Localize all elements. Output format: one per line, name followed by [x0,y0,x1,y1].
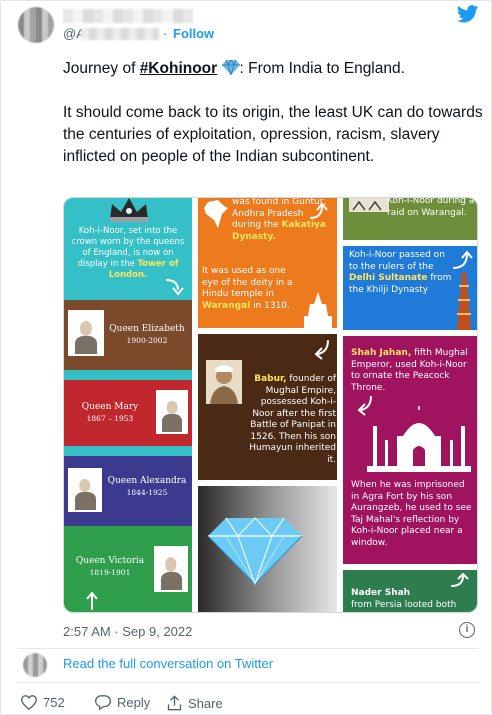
nader-shah-panel: Nader Shah from Persia looted both [343,570,477,612]
taj-mahal-icon [367,406,471,472]
queen-alexandra-label: Queen Alexandra 1844-1925 [104,476,190,498]
warangal-raid-panel: Koh-i-Noor during a raid on Warangal. [343,198,477,240]
orange-text-e: in 1310. [250,300,290,311]
follow-button[interactable]: Follow [173,26,214,41]
babur-description: founder of Mughal Empire, possessed Koh-… [249,374,336,465]
orange-text-d: Warangal [202,300,251,311]
twitter-bird-icon[interactable] [457,5,479,23]
reply-avatar [23,653,47,677]
queen-name: Queen Elizabeth [109,324,185,334]
queen-years: 1867 – 1953 [86,414,134,423]
tweet-line-1-suffix: : From India to England. [239,60,405,77]
tweet-line-2: It should come back to its origin, the l… [63,104,483,165]
reply-label: Reply [117,695,151,710]
arrow-icon [86,591,98,610]
divider [18,648,478,649]
like-count: 752 [43,695,65,710]
nader-shah-description: from Persia looted both [351,599,457,610]
share-button[interactable]: Share [167,695,223,711]
read-conversation-link[interactable]: Read the full conversation on Twitter [63,656,273,671]
crown-panel: Koh-i-Noor, set into the crown worn by t… [64,198,192,300]
queen-elizabeth-label: Queen Elizabeth 1900-2002 [104,324,190,346]
queen-years: 1844-1925 [126,488,168,497]
shah-jahan-panel: Shah Jahan, fifth Mughal Emperor, used K… [343,336,477,564]
author-name-redacted[interactable] [63,9,193,23]
arrow-icon [452,250,473,269]
arrow-icon [450,572,469,587]
babur-name: Babur, [254,374,287,384]
reply-bubble-icon [95,695,111,710]
shah-jahan-text: Shah Jahan, fifth Mughal Emperor, used K… [351,348,473,394]
horseman-icon [349,198,389,212]
queen-portrait-image [68,468,102,512]
kohinoor-infographic-image[interactable]: Koh-i-Noor, set into the crown worn by t… [63,197,478,613]
orange-text-c: It was used as one eye of the deity in a… [202,266,293,299]
queen-alexandra-panel: Queen Alexandra 1844-1925 [64,456,192,526]
author-avatar[interactable] [18,7,54,43]
tweet-timestamp[interactable]: 2:57 AM · Sep 9, 2022 [63,624,192,639]
shah-jahan-name: Shah Jahan, [351,348,412,358]
embedded-tweet-card: @A · Follow Journey of #Kohinoor : From … [0,0,492,715]
diamond-panel [198,486,337,612]
teal-strip [64,446,192,456]
crown-text: Koh-i-Noor, set into the crown worn by t… [70,226,186,281]
blue-text-a: Koh-i-Noor passed on to the rulers of th… [349,250,445,272]
warangal-raid-text: Koh-i-Noor during a raid on Warangal. [387,198,475,218]
queen-name: Queen Victoria [75,556,145,566]
india-map-icon [204,200,228,228]
queen-years: 1819-1901 [89,568,131,577]
hashtag-link[interactable]: #Kohinoor [140,60,218,77]
arrow-icon [309,202,328,219]
delhi-sultanate-text: Koh-i-Noor passed on to the rulers of th… [349,250,453,296]
info-icon[interactable]: i [459,622,475,638]
queen-years: 1900-2002 [126,336,168,345]
queen-portrait-image [156,390,188,434]
author-handle-redacted [81,28,159,40]
queen-portrait-image [154,546,188,592]
babur-panel: Babur, founder of Mughal Empire, possess… [198,334,337,480]
queen-elizabeth-panel: Queen Elizabeth 1900-2002 [64,300,192,370]
heart-icon [21,695,37,710]
queen-mary-label: Queen Mary 1867 – 1953 [66,402,154,424]
babur-text: Babur, founder of Mughal Empire, possess… [244,374,336,466]
crown-icon [110,198,148,222]
agra-fort-text: When he was imprisoned in Agra Fort by h… [351,480,472,548]
share-upload-icon [167,695,182,711]
arrow-icon [314,339,329,360]
share-label: Share [188,695,223,711]
diamond-image [207,517,303,586]
queen-portrait-image [68,310,104,356]
temple-icon [304,292,332,328]
reply-button[interactable]: Reply [95,695,150,710]
qutub-minar-icon [457,272,471,330]
like-button[interactable]: 752 [21,695,65,710]
tweet-line-1: Journey of #Kohinoor : From India to Eng… [63,58,483,80]
temple-text: It was used as one eye of the deity in a… [202,266,300,312]
gem-stone-icon [221,60,240,75]
kakatiya-panel: was found in Guntur, Andhra Pradesh duri… [198,198,337,328]
queen-victoria-label: Queen Victoria 1819-1901 [66,556,154,578]
nader-shah-name: Nader Shah [351,588,411,598]
queen-victoria-panel: Queen Victoria 1819-1901 [64,526,192,612]
divider [18,682,478,683]
queen-name: Queen Alexandra [107,476,187,486]
nader-shah-text: Nader Shah from Persia looted both [351,588,475,611]
babur-portrait-image [206,360,242,404]
queen-mary-panel: Queen Mary 1867 – 1953 [64,380,192,446]
blue-text-b: Delhi Sultanate [349,273,428,283]
arrow-icon [165,279,184,296]
queen-name: Queen Mary [81,402,139,412]
separator-dot: · [163,26,168,41]
tweet-body: Journey of #Kohinoor : From India to Eng… [63,58,483,190]
teal-strip [64,370,192,380]
delhi-sultanate-panel: Koh-i-Noor passed on to the rulers of th… [343,246,477,330]
tweet-line-1-prefix: Journey of [63,60,140,77]
